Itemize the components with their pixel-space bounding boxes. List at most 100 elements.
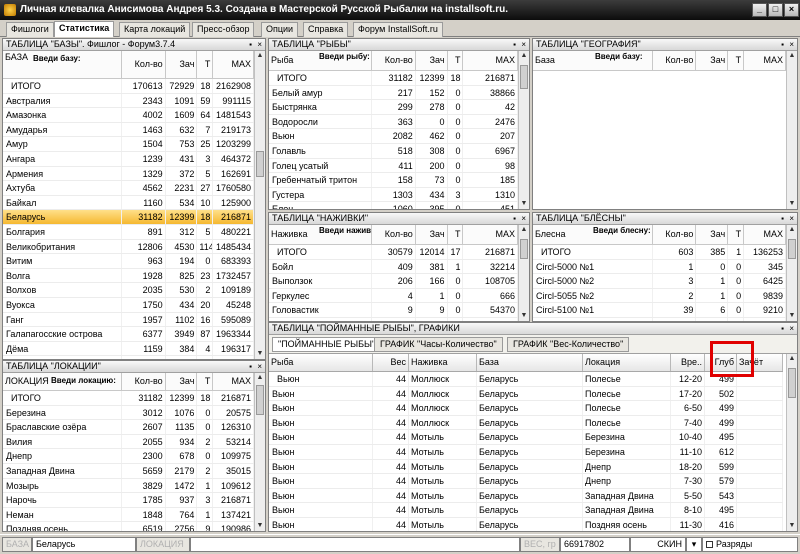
count-column-header[interactable]: Кол-во: [653, 51, 697, 70]
col-fish[interactable]: Рыба: [269, 354, 373, 371]
table-row[interactable]: Амударья 1463 632 7 219173: [3, 122, 254, 138]
table-row[interactable]: ИТОГО 603 385 1 136253: [533, 245, 786, 260]
table-row[interactable]: Голец усатый 411 200 0 98: [269, 158, 518, 174]
trophy-column-header[interactable]: Т: [448, 225, 464, 244]
table-row[interactable]: Выползок 206 166 0 108705: [269, 274, 518, 289]
tab-forum[interactable]: Форум InstallSoft.ru: [353, 22, 443, 37]
table-row[interactable]: ИТОГО 170613 72929 18 2162908: [3, 79, 254, 94]
close-icon[interactable]: ×: [257, 39, 262, 50]
trophy-column-header[interactable]: Т: [728, 225, 745, 244]
bait-column-header[interactable]: Наживка Введи наживку:: [269, 225, 373, 244]
close-icon[interactable]: ×: [257, 361, 262, 372]
table-row[interactable]: ИТОГО 31182 12399 18 216871: [269, 71, 518, 86]
max-column-header[interactable]: MAX: [744, 51, 786, 70]
table-row[interactable]: Галапагосские острова 6377 3949 87 1963344: [3, 327, 254, 342]
fish-scrollbar[interactable]: ▲ ▼: [518, 51, 529, 209]
credit-column-header[interactable]: Зач: [416, 51, 448, 70]
table-row[interactable]: ИТОГО 30579 12014 17 216871: [269, 245, 518, 260]
col-time[interactable]: Вре..: [671, 354, 705, 371]
subtab-hours-chart[interactable]: ГРАФИК "Часы-Количество": [374, 337, 503, 352]
max-column-header[interactable]: MAX: [744, 225, 786, 244]
table-row[interactable]: Армения 1329 372 5 162691: [3, 166, 254, 182]
table-row[interactable]: Мозырь 3829 1472 1 109612: [3, 478, 254, 494]
caught-scrollbar[interactable]: ▲ ▼: [786, 354, 797, 531]
pin-icon[interactable]: ▪: [249, 361, 252, 372]
max-column-header[interactable]: MAX: [213, 51, 254, 78]
table-row[interactable]: Гребенчатый тритон 158 73 0 185: [269, 173, 518, 188]
location-column-header[interactable]: ЛОКАЦИЯ Введи локацию:: [3, 373, 122, 390]
table-row[interactable]: Волга 1928 825 23 1732457: [3, 268, 254, 284]
table-row[interactable]: Вилия 2055 934 2 53214: [3, 434, 254, 450]
table-row[interactable]: Великобритания 12806 4530 114 1485434: [3, 239, 254, 255]
tab-press-review[interactable]: Пресс-обзор: [192, 22, 255, 37]
close-icon[interactable]: ×: [789, 39, 794, 50]
table-row[interactable]: Ахтуба 4562 2231 27 1760580: [3, 181, 254, 196]
count-column-header[interactable]: Кол-во: [653, 225, 697, 244]
table-row[interactable]: Circl-5100 №1 39 6 0 9210: [533, 303, 786, 318]
status-skin-label[interactable]: СКИН: [630, 537, 686, 552]
close-icon[interactable]: ×: [521, 39, 526, 50]
lure-column-header[interactable]: Блесна Введи блесну:: [533, 225, 653, 244]
table-row[interactable]: Водоросли 363 0 0 2476: [269, 114, 518, 130]
table-row[interactable]: Геркулес 4 1 0 666: [269, 288, 518, 304]
table-row[interactable]: Вуокса 1750 434 20 45248: [3, 297, 254, 313]
subtab-caught-fish[interactable]: "ПОЙМАННЫЕ РЫБЫ": [272, 337, 382, 352]
pin-icon[interactable]: ▪: [249, 39, 252, 50]
subtab-weight-chart[interactable]: ГРАФИК "Вес-Количество": [507, 337, 630, 352]
table-row[interactable]: Быстрянка 299 278 0 42: [269, 100, 518, 115]
trophy-column-header[interactable]: Т: [448, 51, 464, 70]
fish-column-header[interactable]: Рыба Введи рыбу:: [269, 51, 373, 70]
table-row[interactable]: Вьюн 44 Мотыль Беларусь Поздняя осень 11-30 41…: [269, 517, 783, 531]
geo-base-column-header[interactable]: База Введи базу:: [533, 51, 653, 70]
table-row[interactable]: Браславские озёра 2607 1135 0 126310: [3, 420, 254, 435]
minimize-button[interactable]: _: [752, 3, 767, 17]
table-row[interactable]: Неман 1848 764 1 137421: [3, 507, 254, 523]
table-row[interactable]: Вьюн 44 Мотыль Беларусь Западная Двина 8-10 49…: [269, 503, 783, 518]
table-row[interactable]: Белый амур 217 152 0 38866: [269, 85, 518, 101]
geo-scrollbar[interactable]: ▲ ▼: [786, 51, 797, 209]
tab-statistics[interactable]: Статистика: [54, 21, 115, 37]
table-row[interactable]: Беларусь 31182 12399 18 216871: [3, 210, 254, 225]
table-row[interactable]: Вьюн 44 Мотыль Беларусь Западная Двина 5-50 54…: [269, 488, 783, 504]
table-row[interactable]: Вьюн 44 Мотыль Беларусь Березина 10-40 495: [269, 430, 783, 445]
count-column-header[interactable]: Кол-во: [122, 373, 166, 390]
col-base[interactable]: База: [477, 354, 583, 371]
close-icon[interactable]: ×: [789, 323, 794, 334]
table-row[interactable]: Голавль 518 308 0 6967: [269, 143, 518, 159]
table-row[interactable]: Вьюн 44 Моллюск Беларусь Полесье 12-20 499: [269, 372, 783, 387]
table-row[interactable]: Бойл 409 381 1 32214: [269, 259, 518, 275]
tab-help[interactable]: Справка: [303, 22, 349, 37]
count-column-header[interactable]: Кол-во: [122, 51, 166, 78]
table-row[interactable]: Circl-5000 №1 1 0 0 345: [533, 259, 786, 275]
credit-column-header[interactable]: Зач: [166, 51, 198, 78]
base-column-header[interactable]: БАЗА Введи базу:: [3, 51, 122, 78]
table-row[interactable]: Елец10603950451: [269, 202, 518, 209]
credit-column-header[interactable]: Зач: [416, 225, 448, 244]
credit-column-header[interactable]: Зач: [696, 225, 729, 244]
table-row[interactable]: Витим 963 194 0 683393: [3, 254, 254, 269]
lures-scrollbar[interactable]: ▲ ▼: [786, 225, 797, 321]
table-row[interactable]: Густера 1303 434 3 1310: [269, 187, 518, 203]
tab-fishlogs[interactable]: Фишлоги: [6, 22, 54, 37]
max-column-header[interactable]: MAX: [213, 373, 254, 390]
table-row[interactable]: Горох105525601271: [269, 317, 518, 321]
col-weight[interactable]: Вес: [373, 354, 409, 371]
count-column-header[interactable]: Кол-во: [372, 51, 416, 70]
trophy-column-header[interactable]: Т: [197, 51, 214, 78]
table-row[interactable]: Болгария 891 312 5 480221: [3, 224, 254, 240]
chevron-down-icon[interactable]: ▾: [686, 537, 702, 552]
credit-column-header[interactable]: Зач: [696, 51, 729, 70]
table-row[interactable]: Дёма 1159 384 4 196317: [3, 341, 254, 357]
table-row[interactable]: Амур 1504 753 25 1203299: [3, 137, 254, 152]
table-row[interactable]: Вьюн 44 Мотыль Беларусь Днепр 7-30 579: [269, 474, 783, 489]
table-row[interactable]: Днепр 2300 678 0 109975: [3, 449, 254, 464]
table-row[interactable]: Нарочь 1785 937 3 216871: [3, 493, 254, 508]
table-row[interactable]: Вьюн 44 Мотыль Беларусь Днепр 18-20 599: [269, 459, 783, 475]
count-column-header[interactable]: Кол-во: [372, 225, 416, 244]
table-row[interactable]: Вьюн 44 Моллюск Беларусь Полесье 7-40 499: [269, 415, 783, 431]
table-row[interactable]: Амазонка 4002 1609 64 1481543: [3, 108, 254, 123]
table-row[interactable]: Вьюн 44 Моллюск Беларусь Полесье 6-50 499: [269, 401, 783, 416]
pin-icon[interactable]: ▪: [513, 39, 516, 50]
table-row[interactable]: Волхов 2035 530 2 109189: [3, 283, 254, 298]
table-row[interactable]: Ангара 1239 431 3 464372: [3, 151, 254, 167]
